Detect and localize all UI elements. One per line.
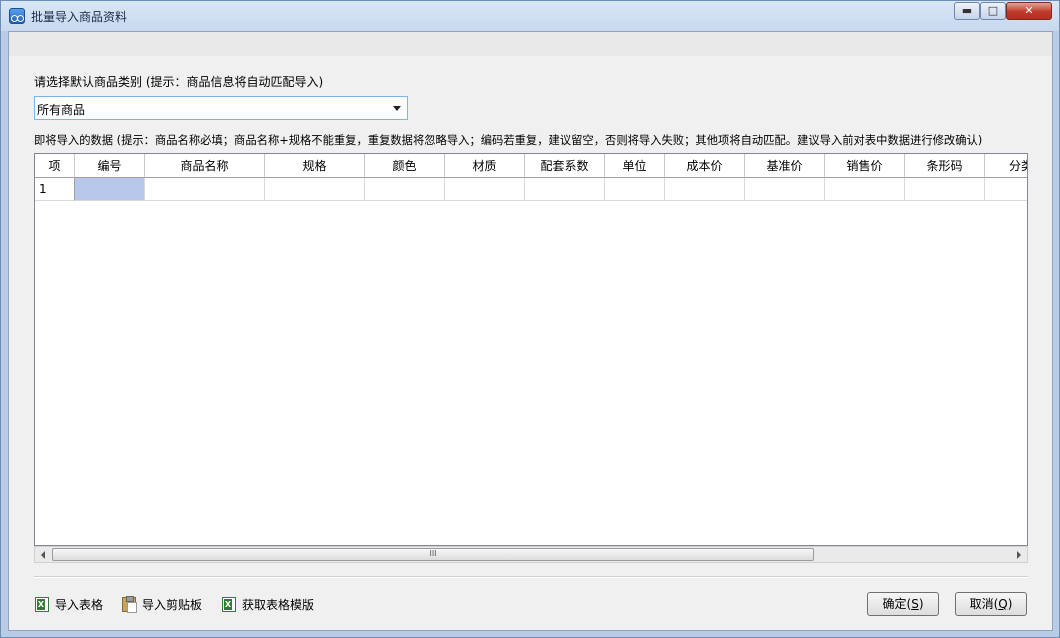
table-cell-product-name[interactable] bbox=[145, 178, 265, 201]
column-header-matching-coefficient[interactable]: 配套系数 bbox=[525, 154, 605, 178]
import-data-grid[interactable]: 项 编号 商品名称 规格 颜色 材质 配套系数 单位 成本价 基准价 销售价 条… bbox=[34, 153, 1028, 546]
ok-label: 确定( bbox=[882, 597, 912, 611]
table-cell-unit[interactable] bbox=[605, 178, 665, 201]
row-index-cell[interactable]: 1 bbox=[35, 178, 75, 201]
import-table-label: 导入表格 bbox=[55, 598, 104, 612]
close-button[interactable]: ✕ bbox=[1006, 2, 1052, 20]
excel-icon bbox=[222, 597, 236, 612]
table-cell-category[interactable] bbox=[985, 178, 1027, 201]
column-header-code[interactable]: 编号 bbox=[75, 154, 145, 178]
maximize-button[interactable]: □ bbox=[980, 2, 1006, 20]
app-logo-icon bbox=[9, 8, 25, 24]
column-header-index[interactable]: 项 bbox=[35, 154, 75, 178]
import-dialog-window: 批量导入商品资料 ▬ □ ✕ 请选择默认商品类别 (提示：商品信息将自动匹配导入… bbox=[0, 0, 1060, 638]
table-cell-spec[interactable] bbox=[265, 178, 365, 201]
cancel-shortcut-key: Q bbox=[998, 597, 1008, 611]
column-header-spec[interactable]: 规格 bbox=[265, 154, 365, 178]
ok-label-end: ) bbox=[918, 597, 924, 611]
title-bar[interactable]: 批量导入商品资料 ▬ □ ✕ bbox=[1, 1, 1059, 31]
minimize-button[interactable]: ▬ bbox=[954, 2, 980, 20]
table-cell-code[interactable] bbox=[75, 178, 145, 201]
scroll-left-arrow-icon[interactable] bbox=[41, 551, 45, 559]
table-cell-matching-coefficient[interactable] bbox=[525, 178, 605, 201]
ok-button[interactable]: 确定(S) bbox=[867, 592, 939, 616]
category-selected-value: 所有商品 bbox=[37, 103, 86, 117]
category-prompt-label: 请选择默认商品类别 (提示：商品信息将自动匹配导入) bbox=[34, 75, 324, 89]
column-header-base-price[interactable]: 基准价 bbox=[745, 154, 825, 178]
ok-shortcut-key: S bbox=[911, 597, 919, 611]
excel-icon bbox=[35, 597, 49, 612]
table-cell-barcode[interactable] bbox=[905, 178, 985, 201]
clipboard-icon bbox=[122, 596, 137, 613]
dialog-content: 请选择默认商品类别 (提示：商品信息将自动匹配导入) 所有商品 即将导入的数据 … bbox=[8, 31, 1053, 631]
import-clipboard-label: 导入剪贴板 bbox=[142, 598, 203, 612]
column-header-sale-price[interactable]: 销售价 bbox=[825, 154, 905, 178]
import-table-link[interactable]: 导入表格 bbox=[35, 595, 107, 615]
column-header-product-name[interactable]: 商品名称 bbox=[145, 154, 265, 178]
table-cell-cost-price[interactable] bbox=[665, 178, 745, 201]
column-header-material[interactable]: 材质 bbox=[445, 154, 525, 178]
import-clipboard-link[interactable]: 导入剪贴板 bbox=[122, 595, 207, 615]
window-title: 批量导入商品资料 bbox=[31, 10, 128, 24]
column-header-category[interactable]: 分类 bbox=[985, 154, 1027, 178]
cancel-button[interactable]: 取消(Q) bbox=[955, 592, 1027, 616]
scroll-right-arrow-icon[interactable] bbox=[1017, 551, 1021, 559]
top-band bbox=[9, 32, 1052, 56]
cancel-label: 取消( bbox=[969, 597, 999, 611]
table-cell-base-price[interactable] bbox=[745, 178, 825, 201]
chevron-down-icon[interactable] bbox=[393, 106, 401, 111]
divider bbox=[34, 576, 1028, 578]
get-template-label: 获取表格模版 bbox=[242, 598, 315, 612]
table-cell-sale-price[interactable] bbox=[825, 178, 905, 201]
scrollbar-thumb[interactable]: III bbox=[52, 548, 814, 561]
cancel-label-end: ) bbox=[1007, 597, 1013, 611]
import-hint-label: 即将导入的数据 (提示：商品名称必填；商品名称+规格不能重复，重复数据将忽略导入… bbox=[34, 134, 983, 147]
table-cell-color[interactable] bbox=[365, 178, 445, 201]
column-header-barcode[interactable]: 条形码 bbox=[905, 154, 985, 178]
column-header-unit[interactable]: 单位 bbox=[605, 154, 665, 178]
get-template-link[interactable]: 获取表格模版 bbox=[222, 595, 322, 615]
category-dropdown[interactable]: 所有商品 bbox=[34, 96, 408, 120]
horizontal-scrollbar[interactable]: III bbox=[34, 546, 1028, 563]
column-header-cost-price[interactable]: 成本价 bbox=[665, 154, 745, 178]
table-cell-material[interactable] bbox=[445, 178, 525, 201]
column-header-color[interactable]: 颜色 bbox=[365, 154, 445, 178]
